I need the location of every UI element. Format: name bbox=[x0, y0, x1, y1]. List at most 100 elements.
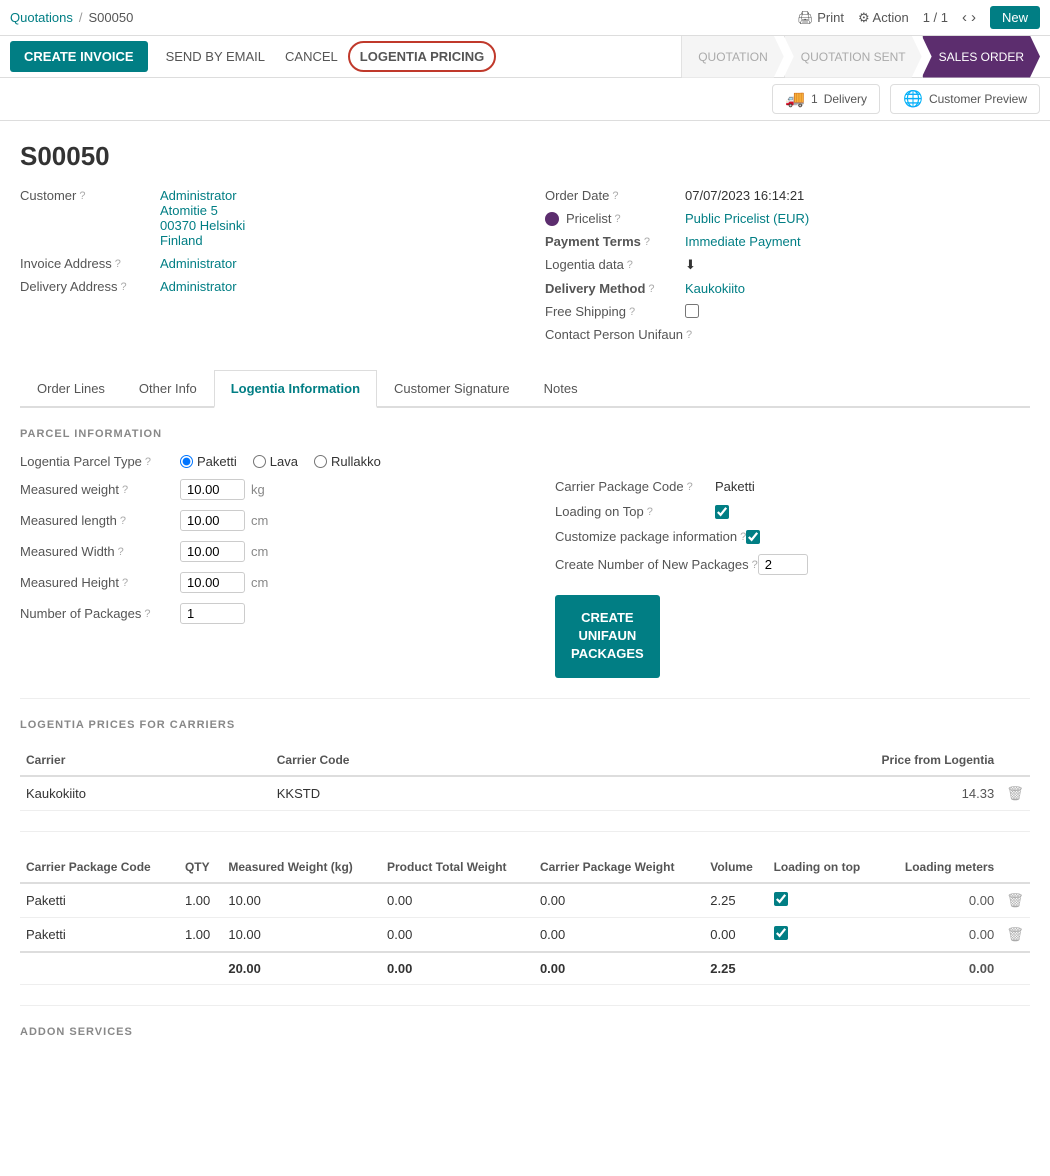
pkg-mw-2: 10.00 bbox=[222, 917, 381, 952]
customer-preview-chip[interactable]: 🌐 Customer Preview bbox=[890, 84, 1040, 114]
action-link[interactable]: ⚙ Action bbox=[858, 10, 909, 26]
pkg-col-vol: Volume bbox=[704, 852, 767, 883]
pkg-col-lot: Loading on top bbox=[768, 852, 883, 883]
customer-country: Finland bbox=[160, 233, 245, 248]
tab-order-lines[interactable]: Order Lines bbox=[20, 370, 122, 408]
parcel-type-label: Logentia Parcel Type? bbox=[20, 454, 180, 469]
free-shipping-checkbox[interactable] bbox=[685, 304, 699, 318]
customer-label: Customer? bbox=[20, 188, 160, 203]
invoice-address-value[interactable]: Administrator bbox=[160, 256, 237, 271]
carriers-section: LOGENTIA PRICES FOR CARRIERS Carrier Car… bbox=[20, 719, 1030, 811]
create-unifaun-button[interactable]: CREATEUNIFAUNPACKAGES bbox=[555, 595, 660, 678]
weight-unit: kg bbox=[251, 482, 265, 497]
table-row: Paketti 1.00 10.00 0.00 0.00 0.00 0.00 🗑 bbox=[20, 917, 1030, 952]
carrier-package-code-label: Carrier Package Code ? bbox=[555, 479, 715, 494]
pkg-ptw-1: 0.00 bbox=[381, 883, 534, 918]
create-num-packages-input[interactable] bbox=[758, 554, 808, 575]
total-cpw: 0.00 bbox=[534, 952, 704, 985]
loading-on-top-label: Loading on Top ? bbox=[555, 504, 715, 519]
step-sales-order[interactable]: SALES ORDER bbox=[922, 36, 1040, 78]
free-shipping-row: Free Shipping? bbox=[545, 304, 1030, 319]
tab-logentia-information[interactable]: Logentia Information bbox=[214, 370, 377, 408]
carriers-table: Carrier Carrier Code Price from Logentia… bbox=[20, 745, 1030, 811]
measured-height-input[interactable] bbox=[180, 572, 245, 593]
next-button[interactable]: › bbox=[971, 9, 976, 26]
radio-lava[interactable]: Lava bbox=[253, 454, 298, 469]
payment-terms-row: Payment Terms? Immediate Payment bbox=[545, 234, 1030, 249]
pkg-ptw-2: 0.00 bbox=[381, 917, 534, 952]
measured-weight-input[interactable] bbox=[180, 479, 245, 500]
addon-section: ADDON SERVICES bbox=[20, 1026, 1030, 1038]
tab-other-info[interactable]: Other Info bbox=[122, 370, 214, 408]
pkg-col-qty: QTY bbox=[179, 852, 222, 883]
tab-customer-signature[interactable]: Customer Signature bbox=[377, 370, 527, 408]
delivery-chip[interactable]: 🚚 1 Delivery bbox=[772, 84, 880, 114]
send-email-button[interactable]: SEND BY EMAIL bbox=[156, 41, 275, 72]
delivery-count: 1 bbox=[811, 92, 818, 106]
radio-paketti[interactable]: Paketti bbox=[180, 454, 237, 469]
carrier-name: Kaukokiito bbox=[20, 776, 271, 811]
payment-terms-value[interactable]: Immediate Payment bbox=[685, 234, 801, 249]
measured-length-label: Measured length ? bbox=[20, 513, 180, 528]
delete-pkg-2-icon[interactable]: 🗑 bbox=[1006, 926, 1024, 942]
delivery-address-value[interactable]: Administrator bbox=[160, 279, 237, 294]
breadcrumb-current: S00050 bbox=[89, 10, 134, 25]
pkg-code-1: Paketti bbox=[20, 883, 179, 918]
create-invoice-button[interactable]: CREATE INVOICE bbox=[10, 41, 148, 72]
print-link[interactable]: 🖨 Print bbox=[797, 10, 844, 26]
pkg-qty-1: 1.00 bbox=[179, 883, 222, 918]
pkg-lot-checkbox-2[interactable] bbox=[774, 926, 788, 940]
logentia-pricing-button[interactable]: LOGENTIA PRICING bbox=[348, 41, 496, 72]
measured-height-label: Measured Height ? bbox=[20, 575, 180, 590]
pkg-vol-1: 2.25 bbox=[704, 883, 767, 918]
num-packages-row: Number of Packages ? bbox=[20, 603, 495, 624]
measured-weight-row: Measured weight ? kg bbox=[20, 479, 495, 500]
pkg-col-cpw: Carrier Package Weight bbox=[534, 852, 704, 883]
parcel-type-options: Paketti Lava Rullakko bbox=[180, 454, 381, 469]
delivery-icon: 🚚 bbox=[785, 89, 805, 109]
order-date-label: Order Date? bbox=[545, 188, 685, 203]
radio-rullakko[interactable]: Rullakko bbox=[314, 454, 381, 469]
carriers-section-title: LOGENTIA PRICES FOR CARRIERS bbox=[20, 719, 1030, 731]
logentia-data-icon[interactable]: ⬇ bbox=[685, 257, 696, 273]
tab-notes[interactable]: Notes bbox=[527, 370, 595, 408]
total-vol: 2.25 bbox=[704, 952, 767, 985]
info-bar: 🚚 1 Delivery 🌐 Customer Preview bbox=[0, 78, 1050, 121]
delete-pkg-1-icon[interactable]: 🗑 bbox=[1006, 892, 1024, 908]
delete-carrier-icon[interactable]: 🗑 bbox=[1006, 785, 1024, 801]
loading-on-top-row: Loading on Top ? bbox=[555, 504, 1030, 519]
prev-button[interactable]: ‹ bbox=[962, 9, 967, 26]
pkg-qty-2: 1.00 bbox=[179, 917, 222, 952]
breadcrumb-separator: / bbox=[79, 10, 83, 25]
step-quotation[interactable]: QUOTATION bbox=[681, 36, 784, 78]
cancel-button[interactable]: CANCEL bbox=[275, 41, 348, 72]
contact-person-label: Contact Person Unifaun? bbox=[545, 327, 692, 342]
free-shipping-label: Free Shipping? bbox=[545, 304, 685, 319]
order-form: Customer? Administrator Atomitie 5 00370… bbox=[20, 188, 1030, 350]
delivery-label: Delivery bbox=[824, 92, 867, 106]
measured-width-row: Measured Width ? cm bbox=[20, 541, 495, 562]
measured-length-input[interactable] bbox=[180, 510, 245, 531]
pkg-cpw-1: 0.00 bbox=[534, 883, 704, 918]
measured-width-input[interactable] bbox=[180, 541, 245, 562]
num-packages-input[interactable] bbox=[180, 603, 245, 624]
pkg-lot-checkbox-1[interactable] bbox=[774, 892, 788, 906]
breadcrumb-parent-link[interactable]: Quotations bbox=[10, 10, 73, 25]
totals-row: 20.00 0.00 0.00 2.25 0.00 bbox=[20, 952, 1030, 985]
pkg-mw-1: 10.00 bbox=[222, 883, 381, 918]
order-date-value[interactable]: 07/07/2023 16:14:21 bbox=[685, 188, 804, 203]
pkg-lm-1: 0.00 bbox=[882, 883, 1000, 918]
table-row: Paketti 1.00 10.00 0.00 0.00 2.25 0.00 🗑 bbox=[20, 883, 1030, 918]
customer-row: Customer? Administrator Atomitie 5 00370… bbox=[20, 188, 505, 248]
customize-package-checkbox[interactable] bbox=[746, 530, 760, 544]
parcel-section: PARCEL INFORMATION Logentia Parcel Type?… bbox=[20, 428, 1030, 678]
pricelist-value[interactable]: Public Pricelist (EUR) bbox=[685, 211, 809, 226]
measured-weight-label: Measured weight ? bbox=[20, 482, 180, 497]
new-button[interactable]: New bbox=[990, 6, 1040, 29]
customer-name[interactable]: Administrator bbox=[160, 188, 245, 203]
pkg-col-code: Carrier Package Code bbox=[20, 852, 179, 883]
delivery-address-row: Delivery Address? Administrator bbox=[20, 279, 505, 294]
loading-on-top-checkbox[interactable] bbox=[715, 505, 729, 519]
step-quotation-sent[interactable]: QUOTATION SENT bbox=[784, 36, 922, 78]
delivery-method-value[interactable]: Kaukokiito bbox=[685, 281, 745, 296]
